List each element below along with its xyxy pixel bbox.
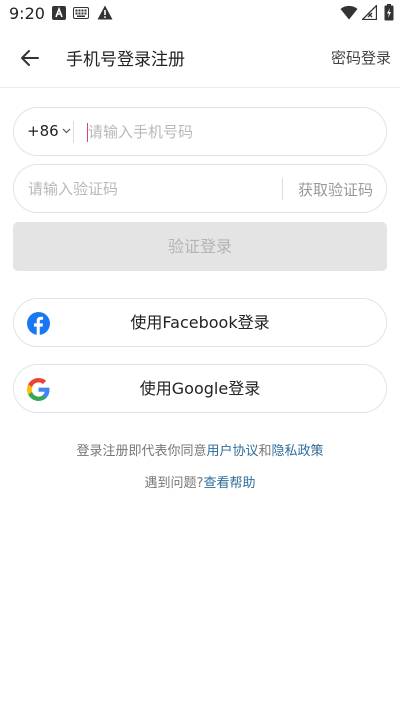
status-time: 9:20 bbox=[9, 4, 45, 23]
country-code-selector[interactable]: +86 bbox=[27, 122, 71, 140]
help-notice: 遇到问题?查看帮助 bbox=[0, 472, 400, 491]
view-help-link[interactable]: 查看帮助 bbox=[203, 476, 255, 491]
phone-number-input[interactable] bbox=[88, 121, 368, 143]
wifi-icon bbox=[340, 5, 358, 20]
user-agreement-link[interactable]: 用户协议 bbox=[206, 444, 258, 459]
facebook-login-button[interactable]: 使用Facebook登录 bbox=[13, 298, 387, 347]
warning-icon bbox=[97, 5, 113, 20]
terms-and: 和 bbox=[258, 444, 272, 459]
get-code-button[interactable]: 获取验证码 bbox=[298, 179, 373, 200]
terms-prefix: 登录注册即代表你同意 bbox=[76, 444, 207, 459]
password-login-link[interactable]: 密码登录 bbox=[331, 47, 391, 68]
field-divider bbox=[73, 121, 74, 143]
battery-icon bbox=[384, 4, 394, 21]
text-a-icon bbox=[52, 6, 66, 20]
terms-notice: 登录注册即代表你同意用户协议和隐私政策 bbox=[0, 440, 400, 459]
field-divider bbox=[282, 178, 283, 200]
signal-icon bbox=[362, 5, 377, 20]
phone-field: +86 bbox=[13, 107, 387, 156]
status-bar: 9:20 bbox=[0, 0, 400, 28]
facebook-login-label: 使用Facebook登录 bbox=[130, 313, 270, 332]
page-title: 手机号登录注册 bbox=[66, 50, 185, 70]
help-prefix: 遇到问题? bbox=[144, 476, 204, 491]
google-login-label: 使用Google登录 bbox=[139, 379, 261, 398]
privacy-policy-link[interactable]: 隐私政策 bbox=[272, 444, 324, 459]
arrow-left-icon[interactable] bbox=[16, 44, 46, 72]
top-app-bar: 手机号登录注册 密码登录 bbox=[0, 28, 400, 88]
verify-login-button[interactable]: 验证登录 bbox=[13, 222, 387, 271]
country-code-label: +86 bbox=[27, 122, 59, 140]
google-login-button[interactable]: 使用Google登录 bbox=[13, 364, 387, 413]
verification-code-field: 获取验证码 bbox=[13, 164, 387, 213]
keyboard-icon bbox=[73, 7, 89, 19]
chevron-down-icon bbox=[62, 128, 71, 134]
verification-code-input[interactable] bbox=[28, 178, 268, 200]
